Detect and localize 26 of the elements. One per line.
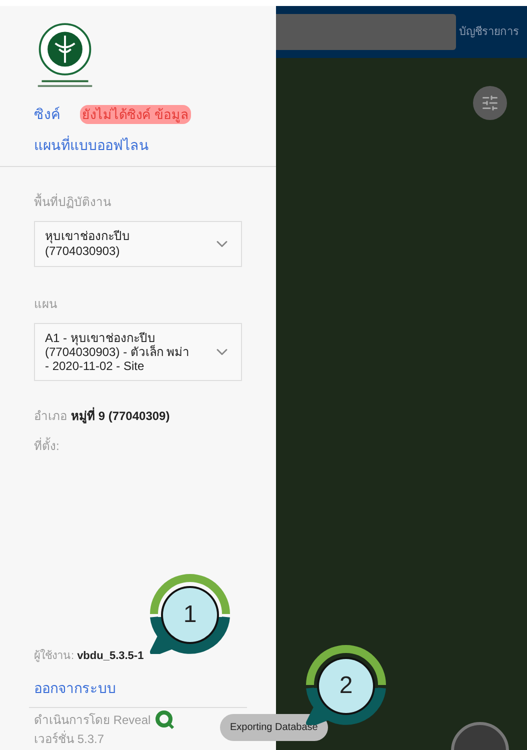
- field-label: พื้นที่ปฏิบัติงาน: [33, 193, 112, 211]
- district-value: หมู่ที่ 9 (77040309): [71, 407, 170, 425]
- sync-link[interactable]: ซิงค์: [34, 104, 60, 125]
- callout-bubble-icon: [150, 574, 230, 654]
- user-label: ผู้ใช้งาน:: [34, 648, 74, 664]
- district-label: อำเภอ: [34, 408, 67, 425]
- plan-dropdown[interactable]: A1 - หุบเขาช่องกะปีบ (7704030903) - ตัวเล็ก พม่า - 2020-11-02 - Site: [34, 323, 242, 381]
- username: vbdu_5.3.5-1: [77, 648, 144, 664]
- magnifier-logo-icon: [154, 710, 175, 730]
- list-button[interactable]: บัญชีรายการ: [459, 24, 519, 40]
- callout-number: 2: [338, 671, 354, 701]
- area-dropdown[interactable]: หุบเขาช่องกะปีบ (7704030903): [34, 221, 242, 267]
- powered-by-text: ดำเนินการโดย Reveal: [34, 712, 151, 729]
- offline-maps-link[interactable]: แผนที่แบบออฟไลน: [0, 135, 276, 156]
- search-field[interactable]: [276, 14, 456, 50]
- dropdown-value: หุบเขาช่องกะปีบ (7704030903): [45, 229, 131, 259]
- toast-message: Exporting Database: [220, 714, 328, 741]
- field-label: แผน: [33, 296, 58, 313]
- location-label: ที่ตั้ง:: [33, 437, 60, 455]
- version-text: เวอร์ชั่น 5.3.7: [33, 730, 106, 748]
- sync-status-badge: ยังไม่ได้ซิงค์ ข้อมูล: [80, 104, 191, 124]
- callout-number: 1: [182, 600, 198, 630]
- dropdown-value: A1 - หุบเขาช่องกะปีบ (7704030903) - ตัวเล็ก พม่า - 2020-11-02 - Site: [45, 331, 191, 373]
- logout-link[interactable]: ออกจากระบบ: [0, 678, 276, 699]
- filter-button[interactable]: [473, 86, 507, 120]
- sliders-icon: [481, 94, 499, 112]
